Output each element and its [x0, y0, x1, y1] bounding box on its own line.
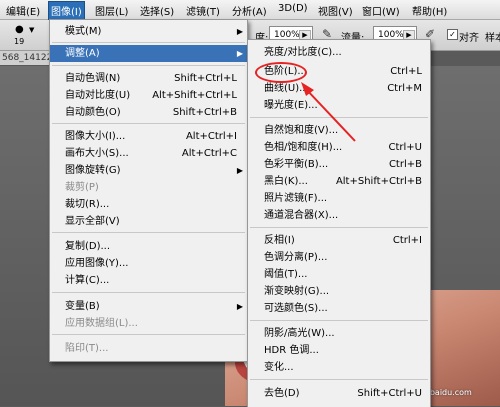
annotation-arrow-icon — [301, 82, 356, 142]
